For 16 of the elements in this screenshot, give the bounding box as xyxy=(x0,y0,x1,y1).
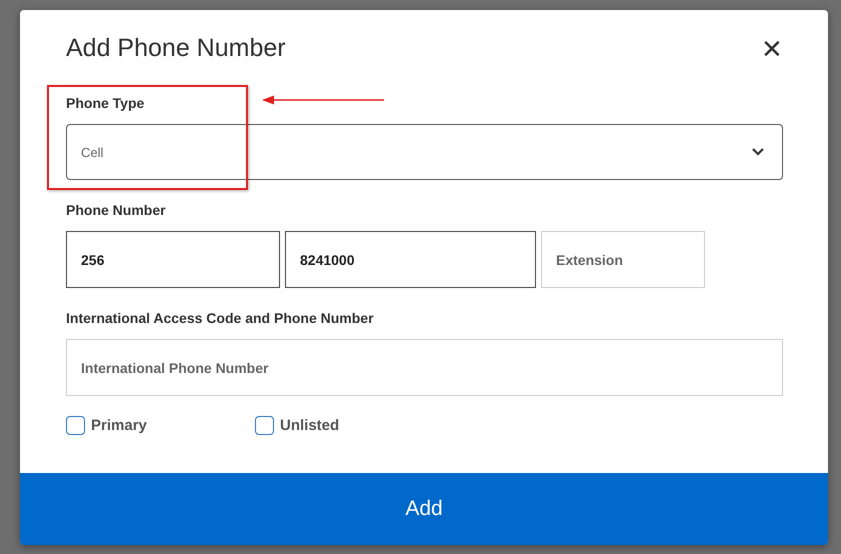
international-phone-field[interactable]: International Phone Number xyxy=(66,339,783,396)
chevron-icon xyxy=(752,148,764,156)
phone-type-select[interactable]: Cell xyxy=(66,124,783,180)
field-label: Phone Number xyxy=(66,202,166,218)
checkbox-label: Unlisted xyxy=(280,417,340,434)
checkbox[interactable] xyxy=(66,416,85,435)
field-label: Phone Type xyxy=(66,95,144,111)
extension-field[interactable]: Extension xyxy=(541,231,705,288)
phone-number-field[interactable]: 8241000 xyxy=(285,231,536,288)
field-label: International Access Code and Phone Number xyxy=(66,310,374,326)
dialog-title: Add Phone Number xyxy=(66,34,286,63)
close-button[interactable]: ✕ xyxy=(761,36,783,62)
add-button[interactable]: Add xyxy=(20,473,828,545)
checkbox-label: Primary xyxy=(91,417,147,434)
area-code-field[interactable]: 256 xyxy=(66,231,280,288)
checkbox[interactable] xyxy=(255,416,274,435)
